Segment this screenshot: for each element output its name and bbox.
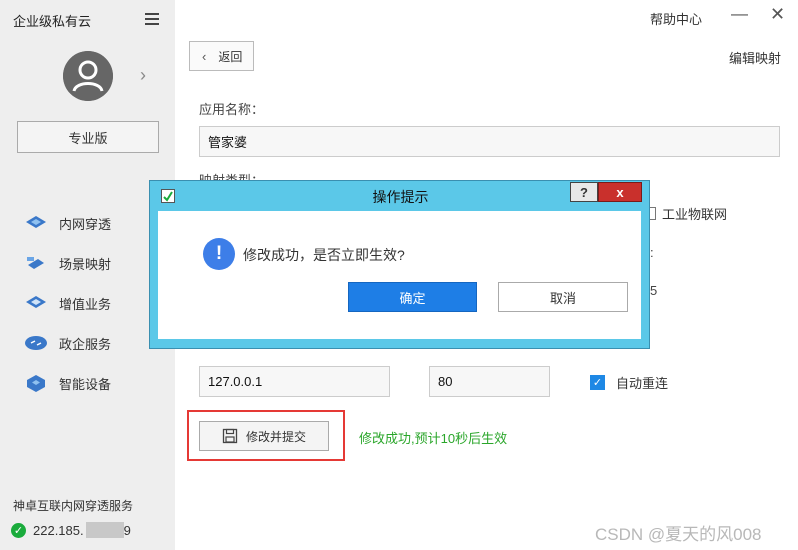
back-button[interactable]: ‹ 返回 [189,41,254,71]
auto-reconnect-label: 自动重连 [616,376,669,391]
server-ip-tail: 9 [123,522,131,538]
confirm-button[interactable]: 确定 [348,282,477,312]
chevron-right-icon[interactable]: › [140,65,146,86]
sidebar-item-label: 内网穿透 [59,216,112,232]
exclamation-icon: ! [203,238,235,270]
watermark: CSDN @夏天的风008 [595,525,762,544]
check-circle-icon: ✓ [11,522,26,538]
app-name-label: 应用名称： [199,102,265,117]
sidebar-item-label: 场景映射 [59,256,112,272]
auto-reconnect-option[interactable]: ✓ 自动重连 [590,373,668,392]
submit-label: 修改并提交 [246,429,307,444]
gov-service-icon [24,333,48,353]
app-title: 企业级私有云 [13,14,92,29]
iot-label: 工业物联网 [662,207,728,222]
submit-button[interactable]: 修改并提交 [199,421,329,451]
smart-device-icon [24,373,48,393]
auto-reconnect-checkbox[interactable]: ✓ [590,375,605,390]
dialog-message: 修改成功，是否立即生效? [243,247,405,263]
network-icon [24,213,48,233]
dialog-body: ! 修改成功，是否立即生效? 确定 取消 [158,211,641,339]
chevron-left-icon: ‹ [202,48,207,64]
ip-redaction [85,522,124,538]
avatar[interactable] [63,51,113,101]
local-ip-input[interactable]: 127.0.0.1 [199,366,390,397]
local-port-input[interactable]: 80 [429,366,550,397]
minimize-icon[interactable]: — [731,4,748,24]
help-icon[interactable]: ? [570,182,598,202]
sidebar-item-smart-device[interactable]: 智能设备 [0,363,175,403]
service-title: 神卓互联内网穿透服务 [13,499,134,513]
map-type-label: 映射类型： [199,170,264,180]
pro-edition-button[interactable]: 专业版 [17,121,159,153]
menu-icon[interactable] [145,13,159,25]
sidebar-item-label: 智能设备 [59,376,112,392]
confirm-dialog: 操作提示 ? x ! 修改成功，是否立即生效? 确定 取消 [149,180,650,349]
scene-map-icon [24,253,48,273]
partial-label: : [650,245,654,260]
server-ip: 222.185. [33,522,84,538]
value-added-icon [24,293,48,313]
app-name-input[interactable]: 管家婆 [199,126,780,157]
save-icon [222,428,238,444]
back-label: 返回 [218,49,243,64]
sidebar-item-label: 政企服务 [59,336,112,352]
user-icon [63,51,113,101]
server-ip-row: ✓ 222.185. 9 [11,522,131,538]
status-message: 修改成功,预计10秒后生效 [359,431,508,446]
page-title: 编辑映射 [729,51,782,66]
dialog-close-icon[interactable]: x [598,182,642,202]
close-icon[interactable]: ✕ [770,4,785,25]
help-center-link[interactable]: 帮助中心 [650,9,702,28]
partial-value: 5 [650,283,658,298]
iot-option[interactable]: 工业物联网 [643,204,727,223]
cancel-button[interactable]: 取消 [498,282,628,312]
sidebar-item-label: 增值业务 [59,296,112,312]
